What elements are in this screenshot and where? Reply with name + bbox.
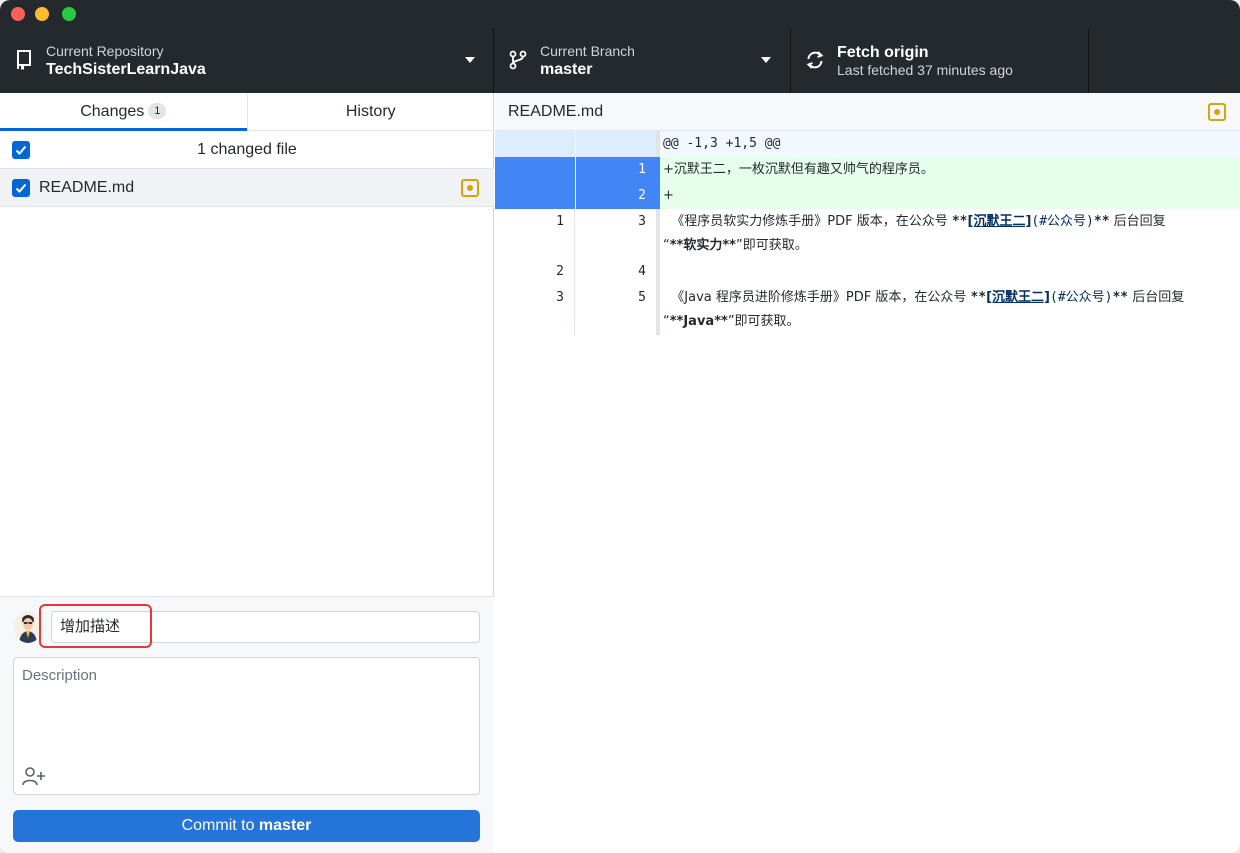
commit-button-prefix: Commit to [181, 817, 259, 834]
minimize-window-button[interactable] [35, 7, 49, 21]
md-bold: **Java** [669, 314, 728, 329]
fetch-title: Fetch origin [837, 44, 929, 61]
chevron-down-icon [761, 57, 771, 63]
line-text [663, 259, 1240, 261]
md-anchor: (#公众号) [1050, 290, 1113, 305]
md-stars: ** [970, 290, 987, 305]
avatar [14, 611, 42, 643]
chevron-down-icon [465, 57, 475, 63]
diff-header: README.md [495, 93, 1240, 131]
branch-name: master [540, 61, 593, 78]
changes-panel: Changes 1 History 1 changed file README.m… [0, 93, 494, 853]
file-checkbox[interactable] [12, 179, 30, 197]
line-number: 2 [495, 259, 575, 285]
branch-label: Current Branch [540, 43, 635, 59]
line-number: 3 [638, 214, 646, 229]
checkmark-icon [15, 183, 27, 193]
md-bold: **软实力** [669, 238, 736, 253]
tab-bar: Changes 1 History [0, 93, 494, 131]
toolbar: Current Repository TechSisterLearnJava C… [0, 28, 1240, 93]
file-modified-icon [461, 179, 479, 197]
description-placeholder: Description [22, 667, 98, 684]
changed-files-header: 1 changed file [0, 131, 494, 169]
diff-line-added[interactable]: 1 +沉默王二，一枚沉默但有趣又帅气的程序员。 [495, 157, 1240, 183]
line-text-quote: “ [663, 238, 670, 253]
diff-panel: README.md @@ -1,3 +1,5 @@ 1 +沉默王二，一枚沉默但有… [495, 93, 1240, 853]
commit-button[interactable]: Commit to master [13, 810, 480, 842]
commit-form: 增加描述 Description Commit to master [0, 596, 494, 853]
list-item[interactable]: README.md [0, 169, 494, 207]
line-number: 3 [495, 285, 575, 335]
changed-files-count: 1 changed file [197, 141, 297, 158]
title-bar [0, 0, 1240, 28]
hunk-text: @@ -1,3 +1,5 @@ [663, 136, 781, 151]
line-text-pre: 《Java 程序员进阶修炼手册》PDF 版本，在公众号 [663, 290, 971, 305]
current-branch-dropdown[interactable]: Current Branch master [494, 28, 791, 93]
diff-view: @@ -1,3 +1,5 @@ 1 +沉默王二，一枚沉默但有趣又帅气的程序员。 … [495, 131, 1240, 335]
diff-line-context[interactable]: 1 3 《程序员软实力修炼手册》PDF 版本，在公众号 **[沉默王二](#公众… [495, 209, 1240, 259]
commit-button-branch: master [258, 817, 312, 834]
diff-line-context[interactable]: 3 5 《Java 程序员进阶修炼手册》PDF 版本，在公众号 **[沉默王二]… [495, 285, 1240, 335]
line-number: 5 [638, 290, 646, 305]
line-text-post: 后台回复 [1109, 214, 1166, 229]
tab-history[interactable]: History [246, 93, 495, 130]
tab-changes-label: Changes [80, 103, 145, 120]
md-anchor: (#公众号) [1031, 214, 1094, 229]
md-link: [沉默王二] [967, 214, 1032, 229]
md-link: [沉默王二] [986, 290, 1050, 305]
branch-icon [509, 50, 527, 70]
line-text: 《Java 程序员进阶修炼手册》PDF 版本，在公众号 **[沉默王二](#公众… [663, 285, 1240, 335]
md-stars: ** [1093, 214, 1110, 229]
line-number: 4 [638, 264, 646, 279]
file-name: README.md [39, 179, 135, 196]
diff-hunk-header: @@ -1,3 +1,5 @@ [495, 131, 1240, 157]
line-text-pre: 《程序员软实力修炼手册》PDF 版本，在公众号 [663, 214, 952, 229]
repo-icon [17, 50, 31, 70]
diff-line-context[interactable]: 2 4 [495, 259, 1240, 285]
line-text: 《程序员软实力修炼手册》PDF 版本，在公众号 **[沉默王二](#公众号)**… [663, 209, 1240, 259]
line-number: 1 [576, 157, 656, 183]
line-text-end: ”即可获取。 [735, 238, 808, 253]
commit-description-input[interactable]: Description [13, 657, 480, 795]
file-modified-icon [1208, 103, 1226, 121]
line-text-quote: “ [663, 314, 670, 329]
line-number: 1 [495, 209, 575, 259]
diff-file-name: README.md [508, 103, 604, 120]
app-window: Current Repository TechSisterLearnJava C… [0, 0, 1240, 853]
repo-name: TechSisterLearnJava [46, 61, 206, 78]
annotation-highlight-box [39, 604, 152, 648]
add-coauthor-icon[interactable] [22, 766, 46, 786]
changes-count-badge: 1 [148, 103, 167, 119]
repo-label: Current Repository [46, 43, 164, 59]
close-window-button[interactable] [11, 7, 25, 21]
line-text: +沉默王二，一枚沉默但有趣又帅气的程序员。 [663, 162, 934, 177]
line-number: 2 [576, 183, 656, 209]
md-stars: ** [951, 214, 968, 229]
line-text-end: ”即可获取。 [727, 314, 800, 329]
sync-icon [806, 51, 824, 69]
fetch-status: Last fetched 37 minutes ago [837, 62, 1013, 78]
diff-line-added[interactable]: 2 + [495, 183, 1240, 209]
tab-changes[interactable]: Changes 1 [0, 93, 247, 131]
fetch-origin-button[interactable]: Fetch origin Last fetched 37 minutes ago [791, 28, 1089, 93]
maximize-window-button[interactable] [62, 7, 76, 21]
tab-history-label: History [345, 103, 396, 120]
line-text: + [663, 188, 674, 203]
line-text-post: 后台回复 [1128, 290, 1185, 305]
md-stars: ** [1112, 290, 1129, 305]
current-repository-dropdown[interactable]: Current Repository TechSisterLearnJava [0, 28, 494, 93]
